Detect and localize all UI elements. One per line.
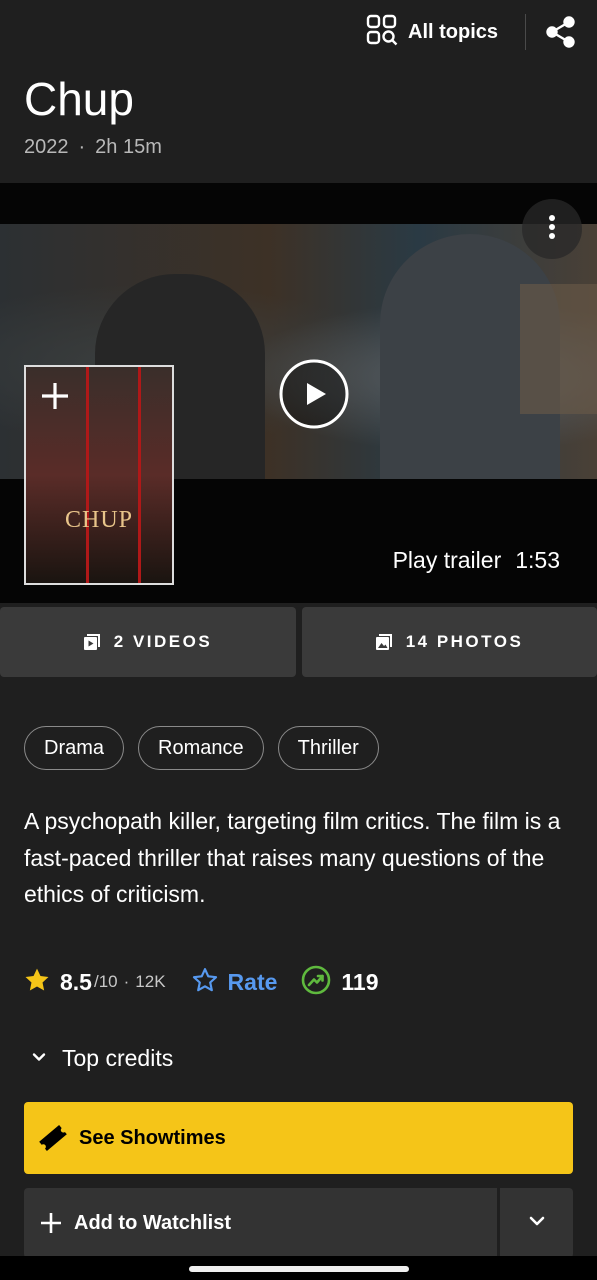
poster-stripe [86, 367, 89, 583]
play-trailer-link[interactable]: Play trailer 1:53 [393, 547, 560, 574]
share-icon [545, 16, 577, 52]
grid-search-icon [366, 14, 398, 51]
plus-icon [40, 383, 70, 415]
movie-meta: 2022 · 2h 15m [24, 136, 162, 159]
home-gesture-handle[interactable] [189, 1266, 409, 1272]
top-credits-label: Top credits [62, 1044, 174, 1071]
page-title: Chup [24, 73, 134, 125]
poster-title: CHUP [64, 507, 134, 533]
play-icon [278, 359, 350, 434]
plot-description[interactable]: A psychopath killer, targeting film crit… [24, 803, 569, 913]
more-options-button[interactable] [522, 199, 582, 259]
trailer-label: Play trailer [392, 547, 502, 573]
rating-scale: /10 [93, 972, 118, 991]
trending-up-icon [301, 965, 331, 1000]
divider [525, 14, 526, 50]
chevron-down-icon [30, 1045, 48, 1072]
add-to-watchlist-poster-button[interactable] [40, 381, 70, 416]
add-to-watchlist-button[interactable]: Add to Watchlist [24, 1188, 497, 1258]
videos-button[interactable]: 2 VIDEOS [0, 607, 296, 677]
video-library-icon [83, 634, 100, 650]
see-showtimes-label: See Showtimes [79, 1126, 226, 1149]
movie-poster[interactable]: CHUP [24, 365, 174, 585]
popularity-value: 119 [341, 968, 379, 995]
trailer-duration: 1:53 [515, 547, 560, 573]
star-outline-icon [192, 967, 218, 998]
add-to-watchlist-label: Add to Watchlist [74, 1211, 232, 1234]
photos-button[interactable]: 14 PHOTOS [302, 607, 597, 677]
meta-separator: · [78, 136, 86, 158]
play-trailer-button[interactable] [278, 358, 349, 429]
imdb-rating-value: 8.5 [60, 968, 92, 995]
photo-library-icon [375, 634, 392, 650]
share-button[interactable] [545, 16, 577, 53]
scene-shelf [520, 284, 597, 414]
rating-count: 12K [135, 972, 166, 991]
see-showtimes-button[interactable]: See Showtimes [24, 1102, 573, 1174]
poster-stripe [138, 367, 141, 583]
videos-label: 2 VIDEOS [113, 632, 213, 651]
top-bar: All topics [0, 0, 597, 64]
genre-chip[interactable]: Thriller [277, 726, 379, 770]
rating-separator: · [123, 972, 130, 991]
release-year: 2022 [24, 136, 69, 158]
more-vertical-icon [548, 214, 556, 245]
genre-chip[interactable]: Drama [24, 726, 125, 770]
genre-chip[interactable]: Romance [138, 726, 264, 770]
photos-label: 14 PHOTOS [405, 632, 524, 651]
ratings-row: 8.5 /10 · 12K Rate 119 [24, 962, 379, 1002]
popularity-meter[interactable]: 119 [301, 965, 379, 1000]
trailer-media[interactable]: CHUP Play trailer 1:53 [0, 183, 597, 603]
top-credits-toggle[interactable]: Top credits [30, 1041, 173, 1075]
star-icon [24, 967, 50, 998]
rate-button[interactable]: Rate [192, 967, 278, 998]
all-topics-button[interactable]: All topics [366, 14, 499, 51]
watchlist-options-button[interactable] [500, 1188, 573, 1258]
genre-chips: Drama Romance Thriller [24, 726, 379, 770]
chevron-down-icon [526, 1210, 548, 1237]
all-topics-label: All topics [408, 20, 499, 43]
plus-icon [40, 1212, 62, 1234]
ticket-icon [37, 1122, 69, 1154]
rate-label: Rate [227, 968, 278, 995]
runtime: 2h 15m [95, 136, 162, 158]
